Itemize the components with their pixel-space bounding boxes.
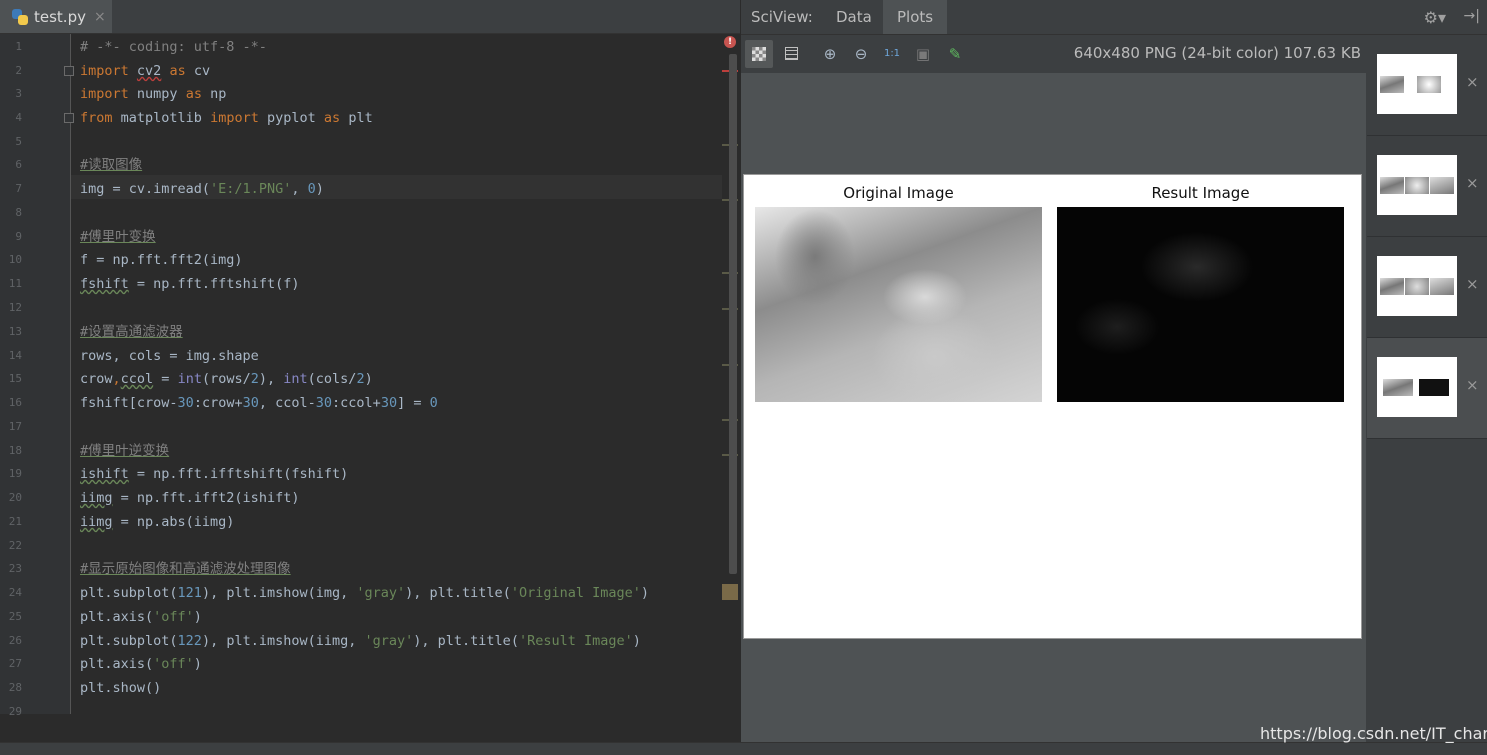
code-line-21: iimg = np.abs(iimg) <box>80 514 235 530</box>
right-plot-title: Result Image <box>1151 184 1250 202</box>
image-info-label: 640x480 PNG (24-bit color) 107.63 KB <box>1073 44 1361 62</box>
line-number: 10 <box>8 253 22 266</box>
sciview-panel: SciView: Data Plots ⚙▾ →| ⊕ ⊖ 1:1 ▣ ✎ Or… <box>740 0 1487 742</box>
code-line-24: plt.subplot(121), plt.imshow(img, 'gray'… <box>80 585 650 601</box>
code-line-9: #傅里叶变换 <box>80 229 156 245</box>
line-number: 24 <box>8 586 22 599</box>
line-number: 6 <box>15 158 22 171</box>
close-icon[interactable]: × <box>1466 275 1479 293</box>
code-line-7: img = cv.imread('E:/1.PNG', 0) <box>80 181 324 197</box>
code-line-20: iimg = np.fft.ifft2(ishift) <box>80 490 300 506</box>
code-editor[interactable]: test.py × 1 2 3 4 5 6 7 8 9 10 11 12 13 14 15 16 17 18 19 2… <box>0 0 740 754</box>
line-number: 4 <box>15 111 22 124</box>
python-file-icon <box>12 8 28 25</box>
sciview-title: SciView: <box>751 8 813 26</box>
code-line-26: plt.subplot(122), plt.imshow(iimg, 'gray… <box>80 633 641 649</box>
result-image <box>1057 207 1344 402</box>
original-image <box>755 207 1042 402</box>
code-line-18: #傅里叶逆变换 <box>80 443 170 459</box>
thumbnail-item-2[interactable]: × <box>1367 136 1487 237</box>
status-bar <box>0 742 1487 755</box>
close-icon[interactable]: × <box>1466 73 1479 91</box>
line-number-gutter: 1 2 3 4 5 6 7 8 9 10 11 12 13 14 15 16 17 18 19 20 21 22 23 24 2… <box>0 34 74 718</box>
line-number: 5 <box>15 135 22 148</box>
code-line-15: crow,ccol = int(rows/2), int(cols/2) <box>80 371 373 387</box>
code-line-16: fshift[crow-30:crow+30, ccol-30:ccol+30]… <box>80 395 438 411</box>
thumbnail-item-1[interactable]: × <box>1367 35 1487 136</box>
line-number: 2 <box>15 64 22 77</box>
line-number: 15 <box>8 372 22 385</box>
line-number: 13 <box>8 325 22 338</box>
line-number: 7 <box>15 182 22 195</box>
code-line-1: # -*- coding: utf-8 -*- <box>80 39 267 55</box>
code-line-23: #显示原始图像和高通滤波处理图像 <box>80 561 291 577</box>
line-number: 17 <box>8 420 22 433</box>
watermark-text: https://blog.csdn.net/IT_charge <box>1260 724 1487 743</box>
line-number: 18 <box>8 444 22 457</box>
error-indicator-icon[interactable]: ! <box>724 36 736 48</box>
line-number: 8 <box>15 206 22 219</box>
zoom-out-button[interactable]: ⊖ <box>847 40 875 68</box>
line-number: 25 <box>8 610 22 623</box>
code-line-10: f = np.fft.fft2(img) <box>80 252 243 268</box>
editor-scrollbar-thumb[interactable] <box>729 54 737 574</box>
line-number: 23 <box>8 562 22 575</box>
line-number: 19 <box>8 467 22 480</box>
thumbnail-image <box>1377 155 1457 215</box>
line-number: 26 <box>8 634 22 647</box>
code-line-3: import numpy as np <box>80 86 227 102</box>
thumbnail-image <box>1377 256 1457 316</box>
close-icon[interactable]: × <box>1466 376 1479 394</box>
thumbnail-item-4[interactable]: × <box>1367 338 1487 439</box>
chessboard-background-button[interactable] <box>745 40 773 68</box>
line-number: 27 <box>8 657 22 670</box>
line-number: 3 <box>15 87 22 100</box>
plot-canvas[interactable]: Original Image Result Image <box>741 73 1366 742</box>
hide-panel-icon[interactable]: →| <box>1464 8 1480 24</box>
line-number: 12 <box>8 301 22 314</box>
code-line-11: fshift = np.fft.fftshift(f) <box>80 276 300 292</box>
code-line-19: ishift = np.fft.ifftshift(fshift) <box>80 466 349 482</box>
code-line-25: plt.axis('off') <box>80 609 202 625</box>
left-plot-title: Original Image <box>843 184 954 202</box>
line-number: 1 <box>15 40 22 53</box>
gear-icon[interactable]: ⚙▾ <box>1424 8 1446 27</box>
tab-data[interactable]: Data <box>822 0 886 34</box>
color-picker-button[interactable]: ✎ <box>941 40 969 68</box>
line-number: 16 <box>8 396 22 409</box>
line-number: 22 <box>8 539 22 552</box>
code-line-6: #读取图像 <box>80 157 143 173</box>
code-line-4: from matplotlib import pyplot as plt <box>80 110 373 126</box>
grid-icon <box>784 47 798 60</box>
code-line-27: plt.axis('off') <box>80 656 202 672</box>
editor-tab-test-py[interactable]: test.py × <box>0 0 112 33</box>
plot-thumbnail-list: × × × × <box>1367 35 1487 742</box>
tab-plots[interactable]: Plots <box>883 0 948 34</box>
thumbnail-image <box>1377 54 1457 114</box>
close-icon[interactable]: × <box>1466 174 1479 192</box>
line-number: 29 <box>8 705 22 718</box>
grid-button[interactable] <box>777 40 805 68</box>
actual-size-button[interactable]: 1:1 <box>878 40 906 68</box>
code-line-2: import cv2 as cv <box>80 63 211 79</box>
tab-close-icon[interactable]: × <box>94 9 106 25</box>
code-line-14: rows, cols = img.shape <box>80 348 259 364</box>
thumbnail-item-3[interactable]: × <box>1367 237 1487 338</box>
line-number: 28 <box>8 681 22 694</box>
code-line-28: plt.show() <box>80 680 162 696</box>
line-number: 11 <box>8 277 22 290</box>
line-number: 20 <box>8 491 22 504</box>
thumbnail-image <box>1377 357 1457 417</box>
code-area[interactable]: # -*- coding: utf-8 -*- import cv2 as cv… <box>71 34 725 714</box>
code-line-13: #设置高通滤波器 <box>80 324 183 340</box>
line-number: 14 <box>8 349 22 362</box>
sciview-header: SciView: Data Plots ⚙▾ →| <box>741 0 1487 35</box>
line-number: 21 <box>8 515 22 528</box>
zoom-in-button[interactable]: ⊕ <box>816 40 844 68</box>
tab-filename: test.py <box>34 7 86 26</box>
fit-zoom-button[interactable]: ▣ <box>909 40 937 68</box>
chessboard-icon <box>752 47 766 61</box>
line-number: 9 <box>15 230 22 243</box>
editor-tab-bar: test.py × <box>0 0 740 34</box>
